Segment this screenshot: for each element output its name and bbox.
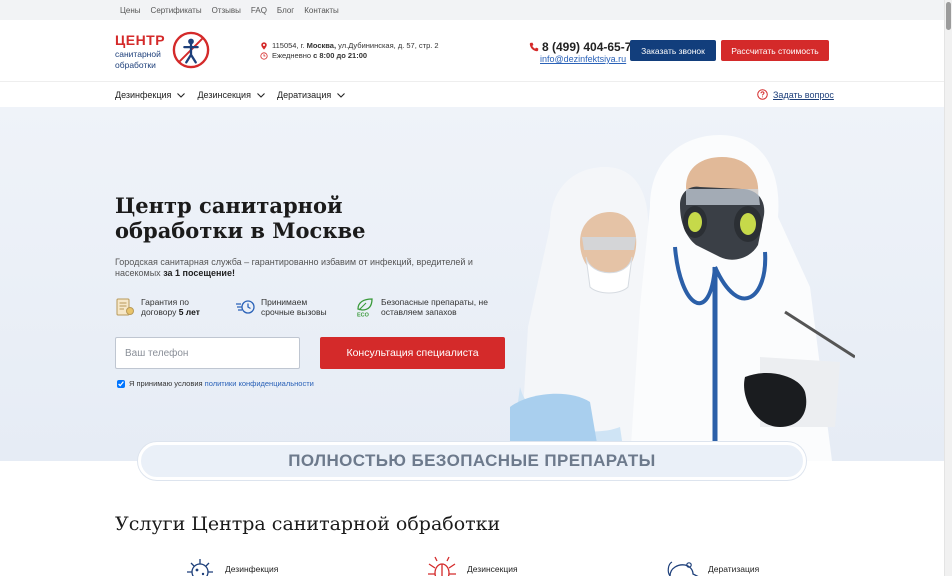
chevron-down-icon	[177, 92, 186, 98]
feature-safe-text: Безопасные препараты, не оставляем запах…	[381, 297, 488, 317]
privacy-policy-link[interactable]: политики конфиденциальности	[205, 379, 314, 388]
eco-leaf-icon: ECO	[357, 298, 373, 318]
logo[interactable]: ЦЕНТР санитарной обработки	[115, 31, 215, 72]
nav-item-label: Дезинсекция	[197, 90, 251, 100]
top-link-faq[interactable]: FAQ	[251, 6, 267, 15]
nav-item-deratization[interactable]: Дератизация	[276, 90, 346, 100]
top-link-contacts[interactable]: Контакты	[304, 6, 339, 15]
phone-link[interactable]: 8 (499) 404-65-77	[529, 40, 638, 54]
top-link-blog[interactable]: Блог	[277, 6, 294, 15]
address-line1: 115054, г. Москва, ул.Дубининская, д. 57…	[272, 41, 439, 50]
feature-urgent: Принимаем срочные вызовы	[235, 297, 335, 317]
service-label: Дератизация	[708, 564, 760, 574]
phone-input[interactable]	[115, 337, 300, 369]
svg-text:ECO: ECO	[357, 313, 370, 318]
service-deratization[interactable]: Дератизация	[666, 556, 759, 576]
feature-urgent-text: Принимаем срочные вызовы	[261, 297, 327, 317]
clock-icon	[260, 52, 268, 60]
ask-question-link[interactable]: Задать вопрос	[757, 89, 834, 100]
service-disinfection[interactable]: Дезинфекция	[183, 556, 278, 576]
nav-item-label: Дезинфекция	[115, 90, 172, 100]
location-pin-icon	[261, 42, 267, 50]
ask-question-label: Задать вопрос	[773, 89, 834, 100]
consultation-button[interactable]: Консультация специалиста	[320, 337, 505, 369]
logo-line1: ЦЕНТР	[115, 32, 166, 48]
order-call-button[interactable]: Заказать звонок	[630, 40, 716, 61]
logo-line3: обработки	[115, 60, 156, 70]
logo-emblem-icon	[172, 31, 210, 69]
nav-item-label: Дератизация	[276, 90, 332, 100]
feature-guarantee-text: Гарантия по договору 5 лет	[141, 297, 200, 317]
scrollbar[interactable]	[944, 0, 952, 576]
logo-line2: санитарной	[115, 49, 161, 59]
calculate-cost-button[interactable]: Рассчитать стоимость	[721, 40, 829, 61]
address-block: 115054, г. Москва, ул.Дубининская, д. 57…	[260, 41, 439, 61]
bug-icon	[428, 556, 456, 576]
safe-preparations-banner: ПОЛНОСТЬЮ БЕЗОПАСНЫЕ ПРЕПАРАТЫ	[138, 442, 806, 480]
scrollbar-thumb[interactable]	[946, 2, 951, 30]
service-label: Дезинсекция	[467, 564, 518, 574]
header: ЦЕНТР санитарной обработки 115054, г. Мо…	[0, 20, 944, 82]
nav-item-disinfection[interactable]: Дезинфекция	[115, 90, 186, 100]
services-title: Услуги Центра санитарной обработки	[115, 513, 501, 535]
top-link-reviews[interactable]: Отзывы	[212, 6, 241, 15]
phone-icon	[529, 42, 539, 52]
top-links: Цены Сертификаты Отзывы FAQ Блог Контакт…	[120, 6, 339, 15]
feature-safe: ECO Безопасные препараты, не оставляем з…	[355, 297, 495, 317]
main-nav: Дезинфекция Дезинсекция Дератизация Зада…	[0, 82, 944, 107]
feature-guarantee: Гарантия по договору 5 лет	[115, 297, 225, 317]
question-icon	[757, 89, 768, 100]
chevron-down-icon	[337, 92, 346, 98]
contract-icon	[116, 298, 134, 316]
fast-delivery-icon	[236, 300, 255, 314]
privacy-agreement: Я принимаю условия политики конфиденциал…	[117, 379, 314, 388]
top-link-prices[interactable]: Цены	[120, 6, 141, 15]
top-bar: Цены Сертификаты Отзывы FAQ Блог Контакт…	[0, 0, 944, 20]
service-label: Дезинфекция	[225, 564, 279, 574]
specialists-photo	[510, 135, 855, 461]
top-link-certificates[interactable]: Сертификаты	[151, 6, 202, 15]
service-disinsection[interactable]: Дезинсекция	[425, 556, 518, 576]
nav-item-disinsection[interactable]: Дезинсекция	[197, 90, 265, 100]
email-link[interactable]: info@dezinfektsiya.ru	[540, 54, 638, 64]
contact-block: 8 (499) 404-65-77 info@dezinfektsiya.ru	[529, 40, 638, 64]
rat-icon	[667, 561, 699, 576]
working-hours: Ежедневно с 8:00 до 21:00	[272, 51, 368, 60]
virus-icon	[187, 559, 213, 576]
privacy-checkbox[interactable]	[117, 379, 125, 388]
chevron-down-icon	[257, 92, 265, 98]
phone-number: 8 (499) 404-65-77	[542, 40, 639, 54]
hero-title: Центр санитарной обработки в Москве	[115, 193, 366, 243]
hero-section: Центр санитарной обработки в Москве Горо…	[0, 107, 944, 461]
hero-subtitle: Городская санитарная служба – гарантиров…	[115, 257, 473, 278]
privacy-text: Я принимаю условия политики конфиденциал…	[129, 379, 314, 388]
